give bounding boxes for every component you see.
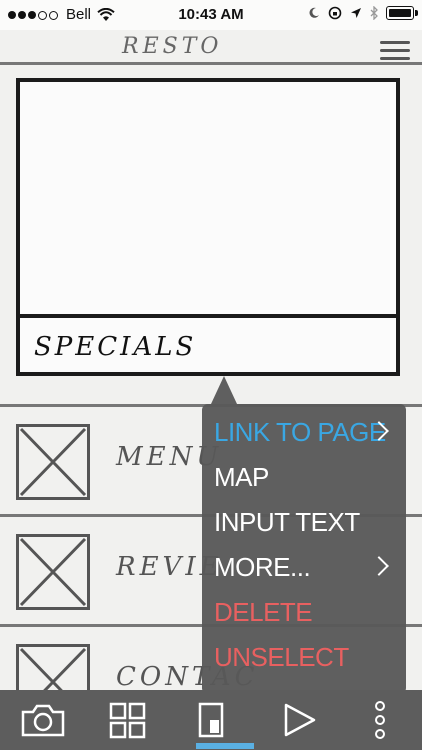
menu-item-more[interactable]: MORE... bbox=[214, 547, 398, 587]
active-tab-indicator bbox=[196, 743, 254, 749]
app-brand: RESTO bbox=[122, 34, 223, 59]
location-icon bbox=[351, 8, 361, 18]
grid-icon bbox=[109, 702, 146, 739]
chevron-right-icon bbox=[369, 556, 389, 576]
menu-item-input-text[interactable]: INPUT TEXT bbox=[214, 502, 398, 542]
menu-item-label: DELETE bbox=[214, 597, 313, 627]
image-placeholder-icon bbox=[16, 534, 90, 610]
grid-button[interactable] bbox=[108, 700, 148, 740]
context-menu: LINK TO PAGE MAP INPUT TEXT MORE... DELE… bbox=[202, 404, 406, 694]
hamburger-menu-icon[interactable] bbox=[380, 36, 410, 65]
specials-hotspot[interactable]: SPECIALS bbox=[16, 78, 400, 376]
image-placeholder-icon bbox=[16, 424, 90, 500]
menu-item-label: UNSELECT bbox=[214, 642, 349, 672]
moon-icon bbox=[309, 7, 319, 18]
camera-icon bbox=[21, 704, 65, 737]
menu-item-unselect[interactable]: UNSELECT bbox=[214, 637, 398, 677]
specials-label: SPECIALS bbox=[34, 332, 197, 362]
more-options-button[interactable] bbox=[368, 700, 392, 740]
menu-item-link-to-page[interactable]: LINK TO PAGE bbox=[214, 412, 398, 452]
page-button[interactable] bbox=[196, 700, 226, 740]
more-vertical-icon bbox=[375, 701, 385, 739]
menu-item-label: INPUT TEXT bbox=[214, 507, 360, 537]
status-right bbox=[308, 6, 418, 20]
battery-icon bbox=[386, 6, 418, 20]
image-placeholder-icon bbox=[16, 644, 90, 690]
menu-item-label: LINK TO PAGE bbox=[214, 417, 386, 447]
play-icon bbox=[284, 703, 316, 737]
status-bar: Bell 10:43 AM bbox=[0, 0, 422, 30]
bottom-toolbar bbox=[0, 690, 422, 750]
page-icon bbox=[198, 702, 224, 738]
menu-item-delete[interactable]: DELETE bbox=[214, 592, 398, 632]
specials-divider bbox=[20, 314, 396, 318]
header-divider bbox=[0, 62, 422, 65]
menu-item-label: MAP bbox=[214, 462, 269, 492]
camera-button[interactable] bbox=[20, 700, 66, 740]
menu-item-label: MORE... bbox=[214, 552, 311, 582]
popover-arrow bbox=[211, 376, 237, 404]
play-button[interactable] bbox=[280, 700, 320, 740]
rotation-lock-icon bbox=[328, 6, 342, 20]
menu-item-map[interactable]: MAP bbox=[214, 457, 398, 497]
bluetooth-icon bbox=[370, 6, 378, 20]
